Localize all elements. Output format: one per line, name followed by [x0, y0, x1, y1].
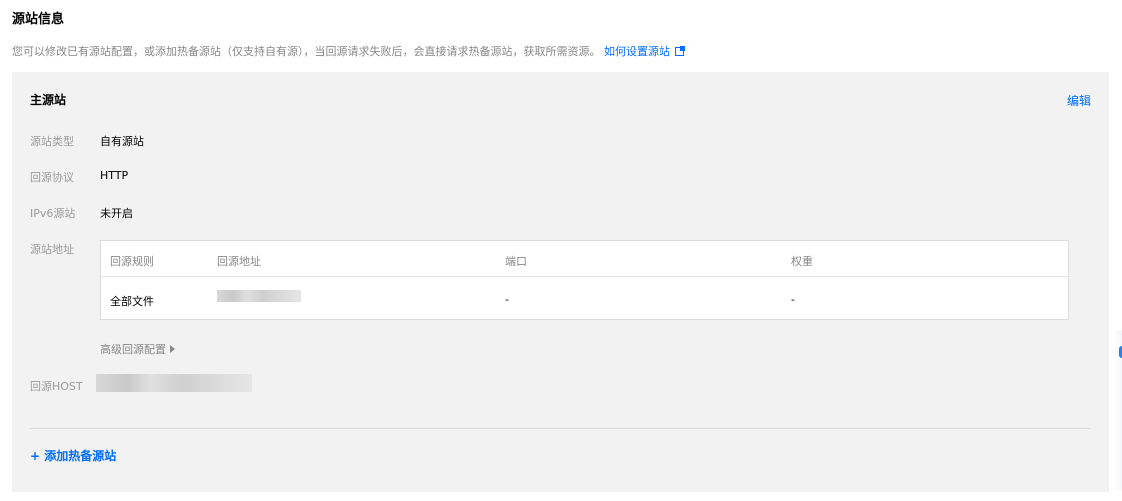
- origin-protocol-label: 回源协议: [30, 171, 74, 184]
- origin-host-label: 回源HOST: [30, 380, 83, 393]
- help-link[interactable]: 如何设置源站: [604, 45, 685, 58]
- header-port: 端口: [505, 255, 527, 268]
- primary-origin-panel: 主源站 编辑 源站类型 自有源站 回源协议 HTTP IPv6源站 未开启 源站…: [12, 72, 1109, 492]
- ipv6-origin-value: 未开启: [100, 207, 133, 220]
- origin-type-value: 自有源站: [100, 135, 144, 148]
- cell-weight: -: [791, 293, 795, 306]
- advanced-label: 高级回源配置: [100, 343, 166, 356]
- section-description: 您可以修改已有源站配置，或添加热备源站（仅支持自有源），当回源请求失败后，会直接…: [12, 43, 685, 59]
- origin-protocol-value: HTTP: [100, 169, 129, 182]
- help-link-label: 如何设置源站: [604, 45, 670, 58]
- cell-port: -: [505, 293, 509, 306]
- origin-address-label: 源站地址: [30, 243, 74, 256]
- ipv6-origin-label: IPv6源站: [30, 207, 76, 220]
- origin-address-table: 回源规则 回源地址 端口 权重 全部文件 - -: [100, 240, 1069, 320]
- table-header: 回源规则 回源地址 端口 权重: [101, 241, 1068, 277]
- origin-type-label: 源站类型: [30, 135, 74, 148]
- caret-right-icon: [170, 345, 175, 353]
- cell-address-redacted: [217, 290, 301, 302]
- header-address: 回源地址: [217, 255, 261, 268]
- external-link-icon: [675, 46, 685, 56]
- header-rule: 回源规则: [110, 255, 154, 268]
- add-backup-origin-button[interactable]: + 添加热备源站: [30, 447, 116, 464]
- section-title: 源站信息: [12, 12, 65, 27]
- header-weight: 权重: [791, 255, 813, 268]
- cell-rule: 全部文件: [110, 295, 154, 308]
- edit-button[interactable]: 编辑: [1067, 92, 1091, 109]
- origin-host-value-redacted: [96, 374, 252, 392]
- description-text: 您可以修改已有源站配置，或添加热备源站（仅支持自有源），当回源请求失败后，会直接…: [12, 45, 601, 58]
- panel-title: 主源站: [30, 93, 67, 107]
- divider: [30, 428, 1091, 429]
- advanced-origin-config-toggle[interactable]: 高级回源配置: [100, 341, 175, 357]
